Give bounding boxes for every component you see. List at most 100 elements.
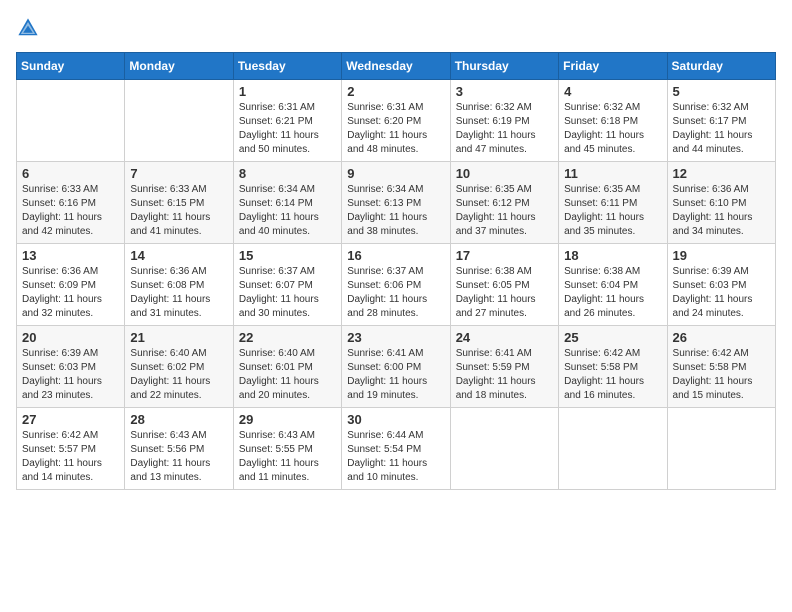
cell-info: Sunrise: 6:43 AM Sunset: 5:55 PM Dayligh…: [239, 429, 336, 485]
day-number: 4: [564, 84, 661, 99]
cell-info: Sunrise: 6:31 AM Sunset: 6:21 PM Dayligh…: [239, 101, 336, 157]
cell-info: Sunrise: 6:31 AM Sunset: 6:20 PM Dayligh…: [347, 101, 444, 157]
day-number: 26: [673, 330, 770, 345]
calendar-header-monday: Monday: [125, 53, 233, 80]
calendar-cell: [450, 408, 558, 490]
calendar-header-tuesday: Tuesday: [233, 53, 341, 80]
day-number: 6: [22, 166, 119, 181]
cell-info: Sunrise: 6:39 AM Sunset: 6:03 PM Dayligh…: [673, 265, 770, 321]
day-number: 2: [347, 84, 444, 99]
cell-info: Sunrise: 6:41 AM Sunset: 5:59 PM Dayligh…: [456, 347, 553, 403]
cell-info: Sunrise: 6:38 AM Sunset: 6:05 PM Dayligh…: [456, 265, 553, 321]
cell-info: Sunrise: 6:33 AM Sunset: 6:15 PM Dayligh…: [130, 183, 227, 239]
calendar-cell: 21Sunrise: 6:40 AM Sunset: 6:02 PM Dayli…: [125, 326, 233, 408]
cell-info: Sunrise: 6:34 AM Sunset: 6:13 PM Dayligh…: [347, 183, 444, 239]
calendar-header-sunday: Sunday: [17, 53, 125, 80]
day-number: 7: [130, 166, 227, 181]
calendar-cell: 17Sunrise: 6:38 AM Sunset: 6:05 PM Dayli…: [450, 244, 558, 326]
calendar-cell: 3 Sunrise: 6:32 AM Sunset: 6:19 PM Daylig…: [450, 80, 558, 162]
day-number: 24: [456, 330, 553, 345]
cell-info: Sunrise: 6:36 AM Sunset: 6:10 PM Dayligh…: [673, 183, 770, 239]
calendar-cell: 29 Sunrise: 6:43 AM Sunset: 5:55 PM Dayli…: [233, 408, 341, 490]
calendar-cell: 24 Sunrise: 6:41 AM Sunset: 5:59 PM Dayli…: [450, 326, 558, 408]
day-number: 20: [22, 330, 119, 345]
calendar-cell: [667, 408, 775, 490]
day-number: 11: [564, 166, 661, 181]
calendar-cell: 10 Sunrise: 6:35 AM Sunset: 6:12 PM Dayli…: [450, 162, 558, 244]
cell-info: Sunrise: 6:32 AM Sunset: 6:18 PM Dayligh…: [564, 101, 661, 157]
calendar-cell: 4 Sunrise: 6:32 AM Sunset: 6:18 PM Daylig…: [559, 80, 667, 162]
calendar-week-row: 27 Sunrise: 6:42 AM Sunset: 5:57 PM Dayli…: [17, 408, 776, 490]
cell-info: Sunrise: 6:35 AM Sunset: 6:12 PM Dayligh…: [456, 183, 553, 239]
day-number: 25: [564, 330, 661, 345]
calendar-cell: 13 Sunrise: 6:36 AM Sunset: 6:09 PM Dayli…: [17, 244, 125, 326]
cell-info: Sunrise: 6:37 AM Sunset: 6:06 PM Dayligh…: [347, 265, 444, 321]
calendar-cell: 14 Sunrise: 6:36 AM Sunset: 6:08 PM Dayli…: [125, 244, 233, 326]
calendar-cell: 18Sunrise: 6:38 AM Sunset: 6:04 PM Dayli…: [559, 244, 667, 326]
cell-info: Sunrise: 6:42 AM Sunset: 5:57 PM Dayligh…: [22, 429, 119, 485]
cell-info: Sunrise: 6:33 AM Sunset: 6:16 PM Dayligh…: [22, 183, 119, 239]
cell-info: Sunrise: 6:41 AM Sunset: 6:00 PM Dayligh…: [347, 347, 444, 403]
calendar-cell: [17, 80, 125, 162]
cell-info: Sunrise: 6:34 AM Sunset: 6:14 PM Dayligh…: [239, 183, 336, 239]
calendar-week-row: 6 Sunrise: 6:33 AM Sunset: 6:16 PM Daylig…: [17, 162, 776, 244]
cell-info: Sunrise: 6:44 AM Sunset: 5:54 PM Dayligh…: [347, 429, 444, 485]
calendar-cell: 5 Sunrise: 6:32 AM Sunset: 6:17 PM Daylig…: [667, 80, 775, 162]
day-number: 9: [347, 166, 444, 181]
calendar-header-thursday: Thursday: [450, 53, 558, 80]
day-number: 3: [456, 84, 553, 99]
calendar-header-wednesday: Wednesday: [342, 53, 450, 80]
calendar-cell: 15 Sunrise: 6:37 AM Sunset: 6:07 PM Dayli…: [233, 244, 341, 326]
page-header: [16, 16, 776, 40]
calendar-cell: 6 Sunrise: 6:33 AM Sunset: 6:16 PM Daylig…: [17, 162, 125, 244]
day-number: 19: [673, 248, 770, 263]
calendar-cell: 27 Sunrise: 6:42 AM Sunset: 5:57 PM Dayli…: [17, 408, 125, 490]
day-number: 23: [347, 330, 444, 345]
calendar-cell: 25 Sunrise: 6:42 AM Sunset: 5:58 PM Dayli…: [559, 326, 667, 408]
calendar-cell: 11 Sunrise: 6:35 AM Sunset: 6:11 PM Dayli…: [559, 162, 667, 244]
calendar-cell: 19 Sunrise: 6:39 AM Sunset: 6:03 PM Dayli…: [667, 244, 775, 326]
day-number: 21: [130, 330, 227, 345]
calendar-cell: 20 Sunrise: 6:39 AM Sunset: 6:03 PM Dayli…: [17, 326, 125, 408]
calendar-cell: 30 Sunrise: 6:44 AM Sunset: 5:54 PM Dayli…: [342, 408, 450, 490]
day-number: 5: [673, 84, 770, 99]
cell-info: Sunrise: 6:42 AM Sunset: 5:58 PM Dayligh…: [673, 347, 770, 403]
day-number: 8: [239, 166, 336, 181]
calendar-cell: 22 Sunrise: 6:40 AM Sunset: 6:01 PM Dayli…: [233, 326, 341, 408]
calendar-cell: 12 Sunrise: 6:36 AM Sunset: 6:10 PM Dayli…: [667, 162, 775, 244]
calendar-week-row: 13 Sunrise: 6:36 AM Sunset: 6:09 PM Dayli…: [17, 244, 776, 326]
day-number: 15: [239, 248, 336, 263]
cell-info: Sunrise: 6:42 AM Sunset: 5:58 PM Dayligh…: [564, 347, 661, 403]
cell-info: Sunrise: 6:35 AM Sunset: 6:11 PM Dayligh…: [564, 183, 661, 239]
calendar-cell: 1 Sunrise: 6:31 AM Sunset: 6:21 PM Daylig…: [233, 80, 341, 162]
cell-info: Sunrise: 6:39 AM Sunset: 6:03 PM Dayligh…: [22, 347, 119, 403]
calendar-cell: 26 Sunrise: 6:42 AM Sunset: 5:58 PM Dayli…: [667, 326, 775, 408]
cell-info: Sunrise: 6:36 AM Sunset: 6:08 PM Dayligh…: [130, 265, 227, 321]
day-number: 30: [347, 412, 444, 427]
cell-info: Sunrise: 6:32 AM Sunset: 6:19 PM Dayligh…: [456, 101, 553, 157]
day-number: 10: [456, 166, 553, 181]
day-number: 1: [239, 84, 336, 99]
calendar-cell: [125, 80, 233, 162]
day-number: 22: [239, 330, 336, 345]
calendar-cell: 28Sunrise: 6:43 AM Sunset: 5:56 PM Dayli…: [125, 408, 233, 490]
day-number: 16: [347, 248, 444, 263]
calendar-cell: 16 Sunrise: 6:37 AM Sunset: 6:06 PM Dayli…: [342, 244, 450, 326]
logo-icon: [16, 16, 40, 40]
cell-info: Sunrise: 6:32 AM Sunset: 6:17 PM Dayligh…: [673, 101, 770, 157]
day-number: 14: [130, 248, 227, 263]
cell-info: Sunrise: 6:43 AM Sunset: 5:56 PM Dayligh…: [130, 429, 227, 485]
cell-info: Sunrise: 6:36 AM Sunset: 6:09 PM Dayligh…: [22, 265, 119, 321]
calendar-cell: 2 Sunrise: 6:31 AM Sunset: 6:20 PM Daylig…: [342, 80, 450, 162]
day-number: 13: [22, 248, 119, 263]
day-number: 29: [239, 412, 336, 427]
cell-info: Sunrise: 6:40 AM Sunset: 6:01 PM Dayligh…: [239, 347, 336, 403]
calendar-week-row: 1 Sunrise: 6:31 AM Sunset: 6:21 PM Daylig…: [17, 80, 776, 162]
cell-info: Sunrise: 6:37 AM Sunset: 6:07 PM Dayligh…: [239, 265, 336, 321]
calendar-cell: 7 Sunrise: 6:33 AM Sunset: 6:15 PM Daylig…: [125, 162, 233, 244]
calendar-header-row: SundayMondayTuesdayWednesdayThursdayFrid…: [17, 53, 776, 80]
day-number: 27: [22, 412, 119, 427]
calendar-header-friday: Friday: [559, 53, 667, 80]
logo: [16, 16, 44, 40]
day-number: 12: [673, 166, 770, 181]
